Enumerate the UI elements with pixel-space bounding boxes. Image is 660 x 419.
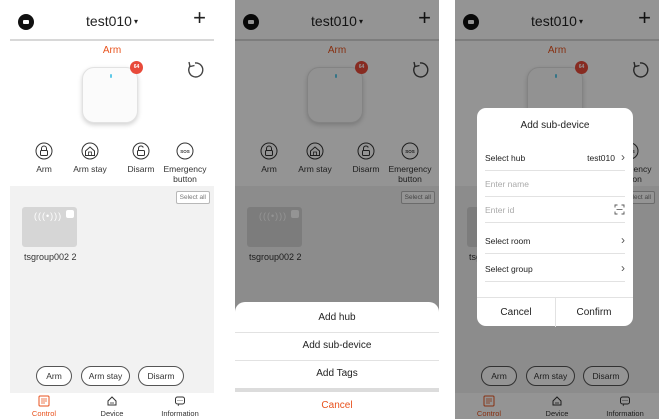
device-list: Select all (((•))) tsgroup002 2 — [10, 186, 214, 393]
action-label: Arm — [36, 164, 52, 174]
add-button[interactable]: + — [193, 7, 206, 29]
action-label: Arm stay — [73, 164, 107, 174]
select-hub-value: test010 — [587, 153, 615, 163]
select-all-button[interactable]: Select all — [175, 191, 210, 204]
disarm-button[interactable]: Disarm — [138, 366, 184, 386]
select-group-label: Select group — [485, 264, 533, 274]
device-checkbox[interactable] — [66, 210, 74, 218]
device-card-label: (((•))) — [34, 211, 63, 221]
chevron-right-icon: › — [621, 261, 625, 275]
dialog-confirm-button[interactable]: Confirm — [555, 298, 633, 327]
device-name: tsgroup002 2 — [24, 252, 77, 262]
bottom-action-buttons: Arm Arm stay Disarm — [10, 366, 214, 386]
arm-stay-action[interactable]: Arm stay — [65, 142, 115, 174]
chevron-right-icon: › — [621, 150, 625, 164]
id-field[interactable]: Enter id — [485, 197, 625, 223]
hub-selector[interactable]: test010 ▾ — [10, 13, 214, 29]
control-screen: test010 ▾ + Arm 64 Arm Arm stay Disarm SO… — [10, 0, 214, 419]
add-sub-device-option[interactable]: Add sub-device — [235, 332, 439, 360]
device-card[interactable]: (((•))) — [22, 207, 77, 247]
disarm-action[interactable]: Disarm — [116, 142, 166, 174]
chevron-right-icon: › — [621, 233, 625, 247]
emergency-action[interactable]: SOS Emergency button — [160, 142, 210, 184]
header-divider — [10, 39, 214, 41]
caret-down-icon: ▾ — [133, 17, 138, 26]
security-actions: Arm Arm stay Disarm SOS Emergency button — [10, 142, 214, 186]
control-icon — [38, 395, 50, 407]
sos-icon-text: SOS — [180, 149, 190, 154]
add-action-sheet: Add hub Add sub-device Add Tags Cancel — [235, 302, 439, 419]
select-hub-label: Select hub — [485, 153, 526, 163]
app-header: test010 ▾ + — [10, 0, 214, 40]
dialog-buttons: Cancel Confirm — [477, 297, 633, 327]
id-placeholder: Enter id — [485, 205, 515, 215]
select-room-row[interactable]: Select room › — [485, 228, 625, 254]
select-room-label: Select room — [485, 236, 531, 246]
sos-icon: SOS — [176, 142, 194, 160]
add-hub-option[interactable]: Add hub — [235, 304, 439, 332]
arm-action[interactable]: Arm — [19, 142, 69, 174]
tab-label: Information — [161, 409, 199, 418]
hub-device-image — [82, 67, 138, 123]
tab-bar: Control Device Information — [10, 393, 214, 419]
device-icon — [107, 396, 117, 406]
disarm-icon — [132, 142, 150, 160]
arm-stay-button[interactable]: Arm stay — [81, 366, 130, 386]
dialog-title: Add sub-device — [520, 120, 590, 131]
select-group-row[interactable]: Select group › — [485, 256, 625, 282]
select-hub-row[interactable]: Select hub test010 › — [485, 145, 625, 171]
action-label: Disarm — [127, 164, 155, 174]
arm-icon — [35, 142, 53, 160]
tab-device[interactable]: Device — [82, 395, 142, 418]
add-tags-option[interactable]: Add Tags — [235, 360, 439, 388]
hub-name: test010 — [86, 13, 132, 29]
scan-icon[interactable] — [614, 204, 625, 215]
hub-led — [110, 74, 112, 78]
cancel-button[interactable]: Cancel — [235, 392, 439, 419]
dialog-cancel-button[interactable]: Cancel — [477, 298, 555, 327]
arm-status-text: Arm — [102, 45, 122, 56]
refresh-icon[interactable] — [185, 60, 205, 80]
action-label: Emergency button — [163, 164, 207, 184]
add-menu-screen: test010 ▾ + Arm 64 Arm Arm stay Disarm SO… — [235, 0, 439, 419]
name-placeholder: Enter name — [485, 179, 529, 189]
tab-information[interactable]: Information — [150, 395, 210, 418]
tab-label: Control — [31, 409, 57, 418]
information-icon — [175, 396, 185, 407]
name-field[interactable]: Enter name — [485, 171, 625, 197]
add-sub-device-screen: test010▾ + Arm 64 Arm Arm stay Disarm SO… — [455, 0, 659, 419]
arm-button[interactable]: Arm — [36, 366, 72, 386]
notification-badge: 64 — [130, 61, 143, 74]
tab-control[interactable]: Control — [14, 395, 74, 418]
add-sub-device-dialog: Add sub-device Select hub test010 › Ente… — [477, 108, 633, 327]
tab-label: Device — [100, 409, 124, 418]
arm-stay-icon — [81, 142, 99, 160]
